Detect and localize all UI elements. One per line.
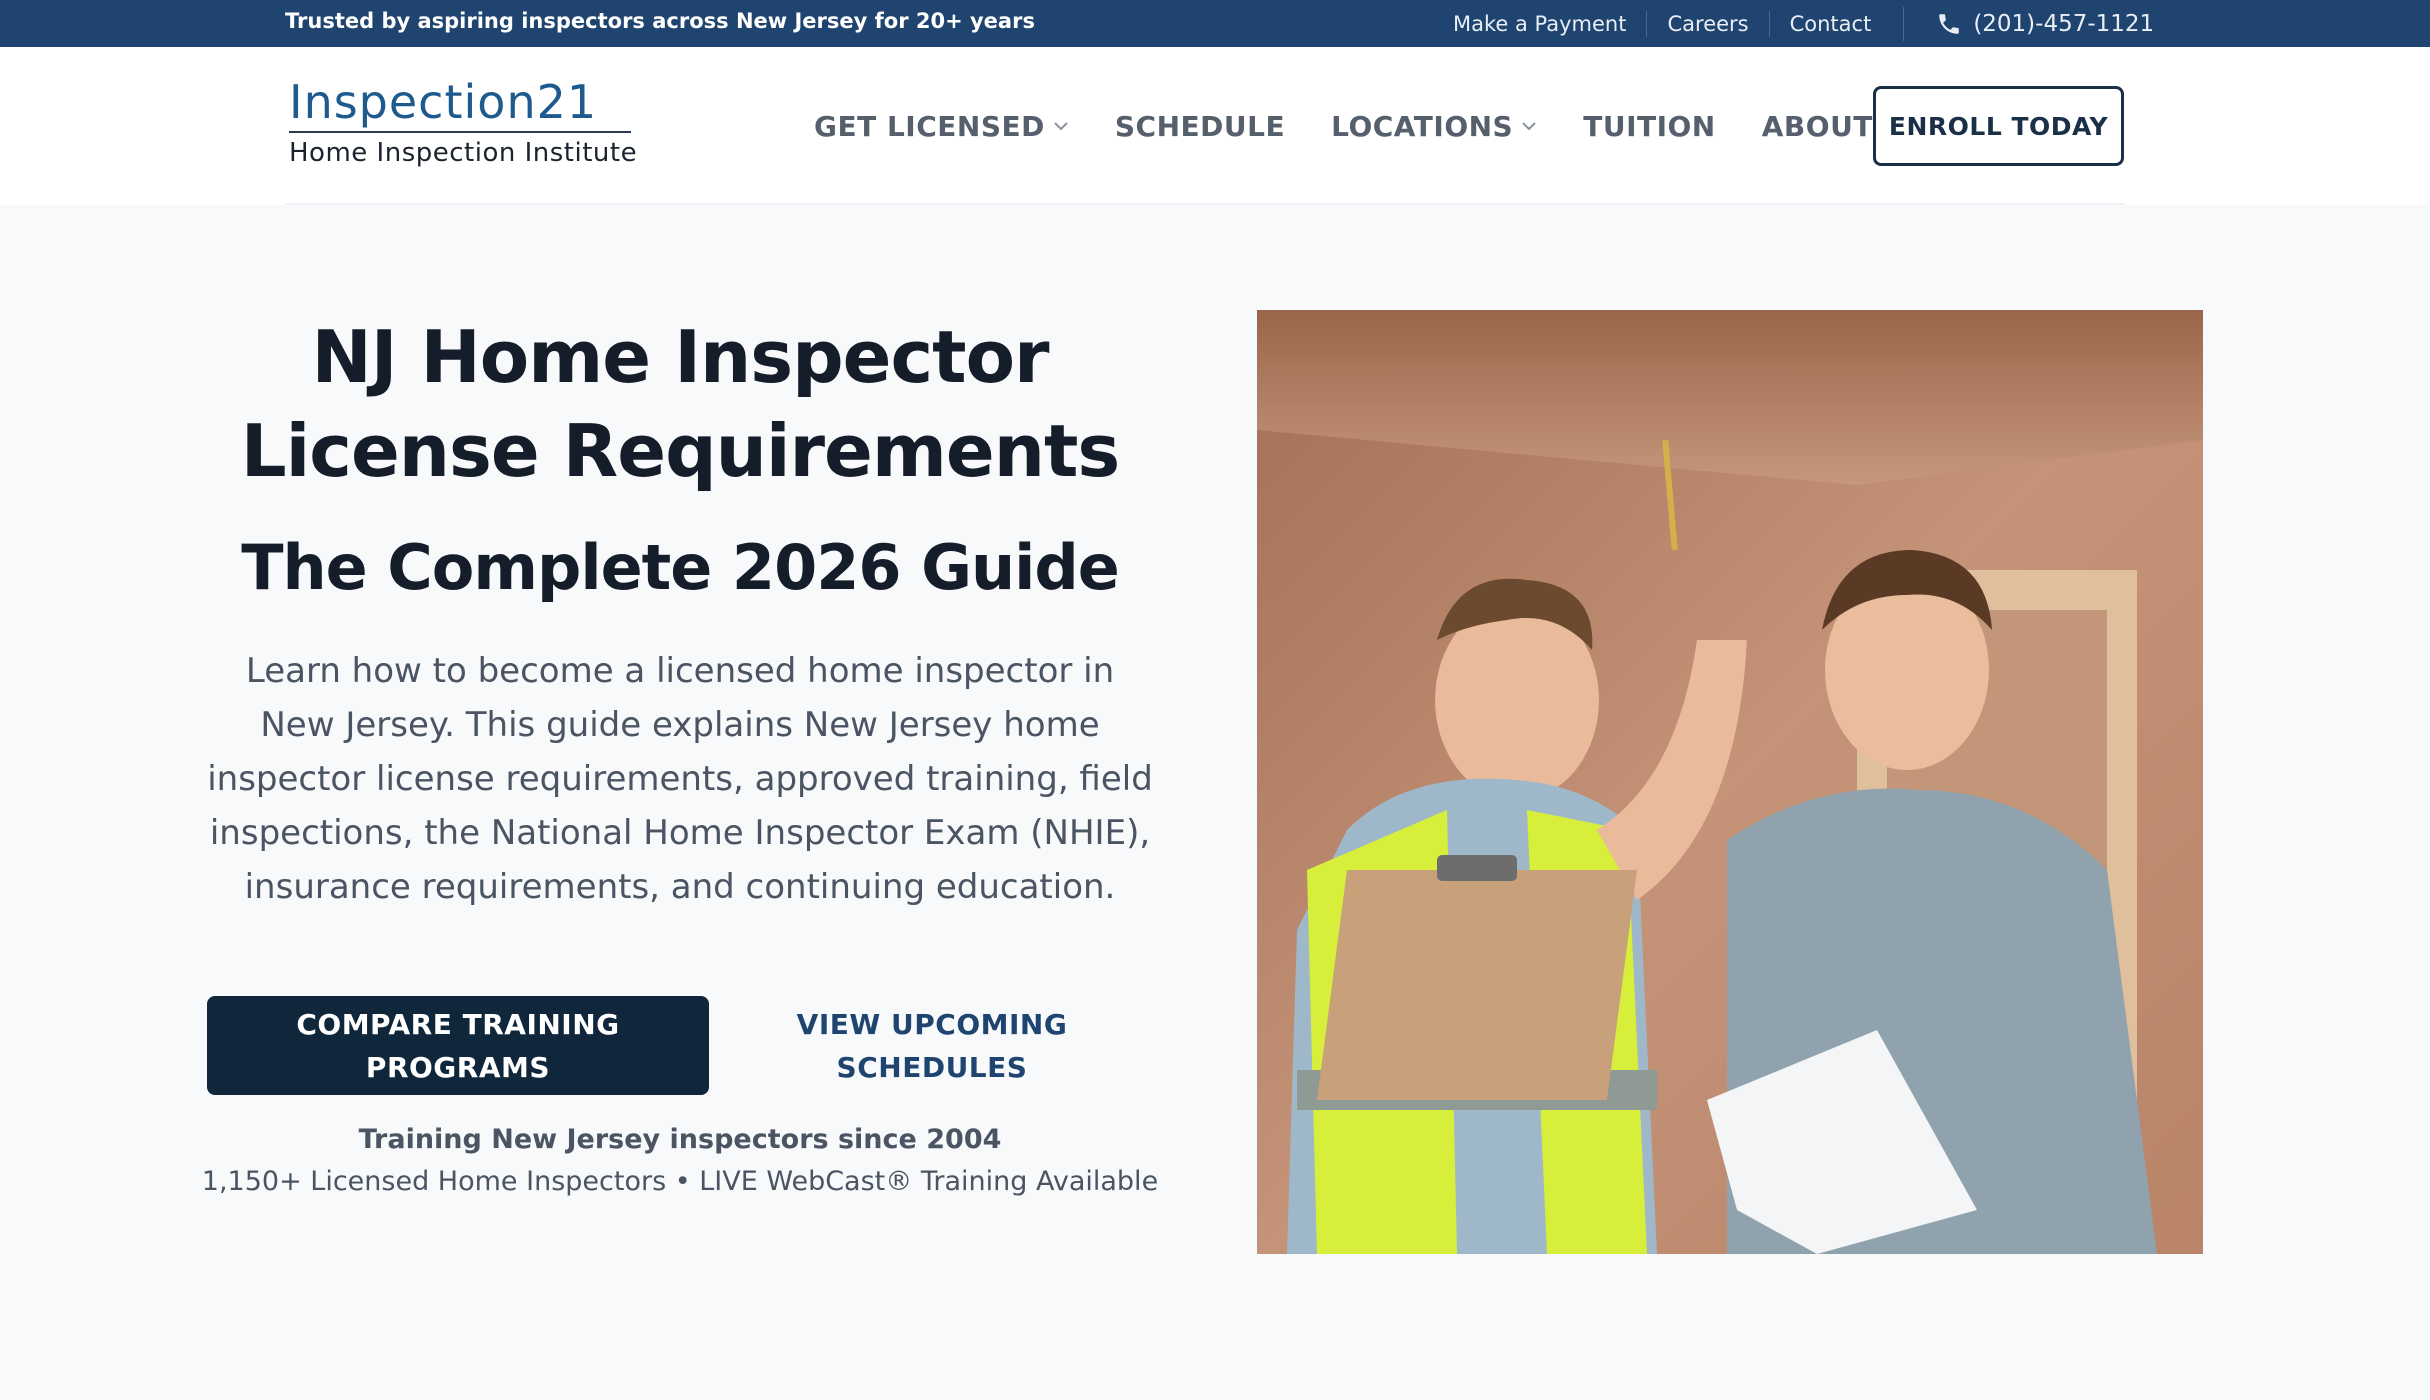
button-line: PROGRAMS	[365, 1050, 551, 1084]
make-payment-link[interactable]: Make a Payment	[1440, 12, 1646, 36]
phone-link[interactable]: (201)-457-1121	[1936, 11, 2154, 37]
title-line-1: NJ Home Inspector	[311, 315, 1049, 399]
nav-label: ABOUT	[1761, 109, 1873, 143]
link-line: SCHEDULES	[836, 1050, 1028, 1084]
nav-schedule[interactable]: SCHEDULE	[1115, 110, 1285, 143]
top-utility-bar: Trusted by aspiring inspectors across Ne…	[0, 0, 2430, 47]
nav-locations[interactable]: LOCATIONS	[1331, 110, 1537, 143]
since-tagline: Training New Jersey inspectors since 200…	[358, 1124, 1002, 1155]
link-line: VIEW UPCOMING	[796, 1007, 1068, 1041]
intro-paragraph: Learn how to become a licensed home insp…	[207, 651, 1153, 907]
button-line: COMPARE TRAINING	[296, 1007, 620, 1041]
header-divider	[285, 203, 2125, 205]
nav-label: TUITION	[1583, 109, 1716, 143]
nav-label: LOCATIONS	[1331, 109, 1514, 143]
chevron-down-icon	[1522, 122, 1536, 131]
page-title: NJ Home Inspector License Requirements	[190, 310, 1170, 498]
logo-underline	[289, 131, 631, 133]
phone-icon	[1939, 13, 1960, 34]
nav-label: GET LICENSED	[814, 109, 1045, 143]
nav-label: SCHEDULE	[1114, 109, 1286, 143]
hero-photo	[1257, 310, 2203, 1254]
title-line-2: License Requirements	[240, 409, 1121, 493]
nav-get-licensed[interactable]: GET LICENSED	[814, 110, 1069, 143]
utility-links: Make a Payment Careers Contact (201)-457…	[1440, 0, 2154, 47]
view-upcoming-schedules-link[interactable]: VIEW UPCOMING SCHEDULES	[767, 996, 1097, 1095]
logo-wordmark: Inspection21	[289, 75, 598, 129]
main-nav: GET LICENSED SCHEDULE LOCATIONS TUITION …	[814, 47, 1946, 205]
enroll-today-button[interactable]: ENROLL TODAY	[1873, 86, 2124, 166]
cta-row: COMPARE TRAINING PROGRAMS VIEW UPCOMING SC…	[207, 996, 1127, 1096]
site-header: Inspection21 Home Inspection Institute G…	[0, 47, 2430, 205]
page-subtitle: The Complete 2026 Guide	[241, 531, 1120, 604]
inspectors-photo	[1257, 310, 2203, 1254]
logo[interactable]: Inspection21 Home Inspection Institute	[289, 77, 639, 182]
hero-content: NJ Home Inspector License Requirements T…	[190, 310, 1170, 914]
phone-number: (201)-457-1121	[1973, 10, 2155, 37]
stats-line: 1,150+ Licensed Home Inspectors • LIVE W…	[201, 1166, 1159, 1197]
compare-training-programs-button[interactable]: COMPARE TRAINING PROGRAMS	[207, 996, 709, 1095]
trust-message: Trusted by aspiring inspectors across Ne…	[285, 9, 1035, 33]
contact-link[interactable]: Contact	[1770, 12, 1892, 36]
nav-about[interactable]: ABOUT	[1762, 110, 1873, 143]
careers-link[interactable]: Careers	[1647, 12, 1768, 36]
utility-divider	[1903, 6, 1905, 41]
logo-subtitle: Home Inspection Institute	[289, 138, 638, 168]
chevron-down-icon	[1054, 122, 1068, 131]
nav-tuition[interactable]: TUITION	[1583, 110, 1716, 143]
